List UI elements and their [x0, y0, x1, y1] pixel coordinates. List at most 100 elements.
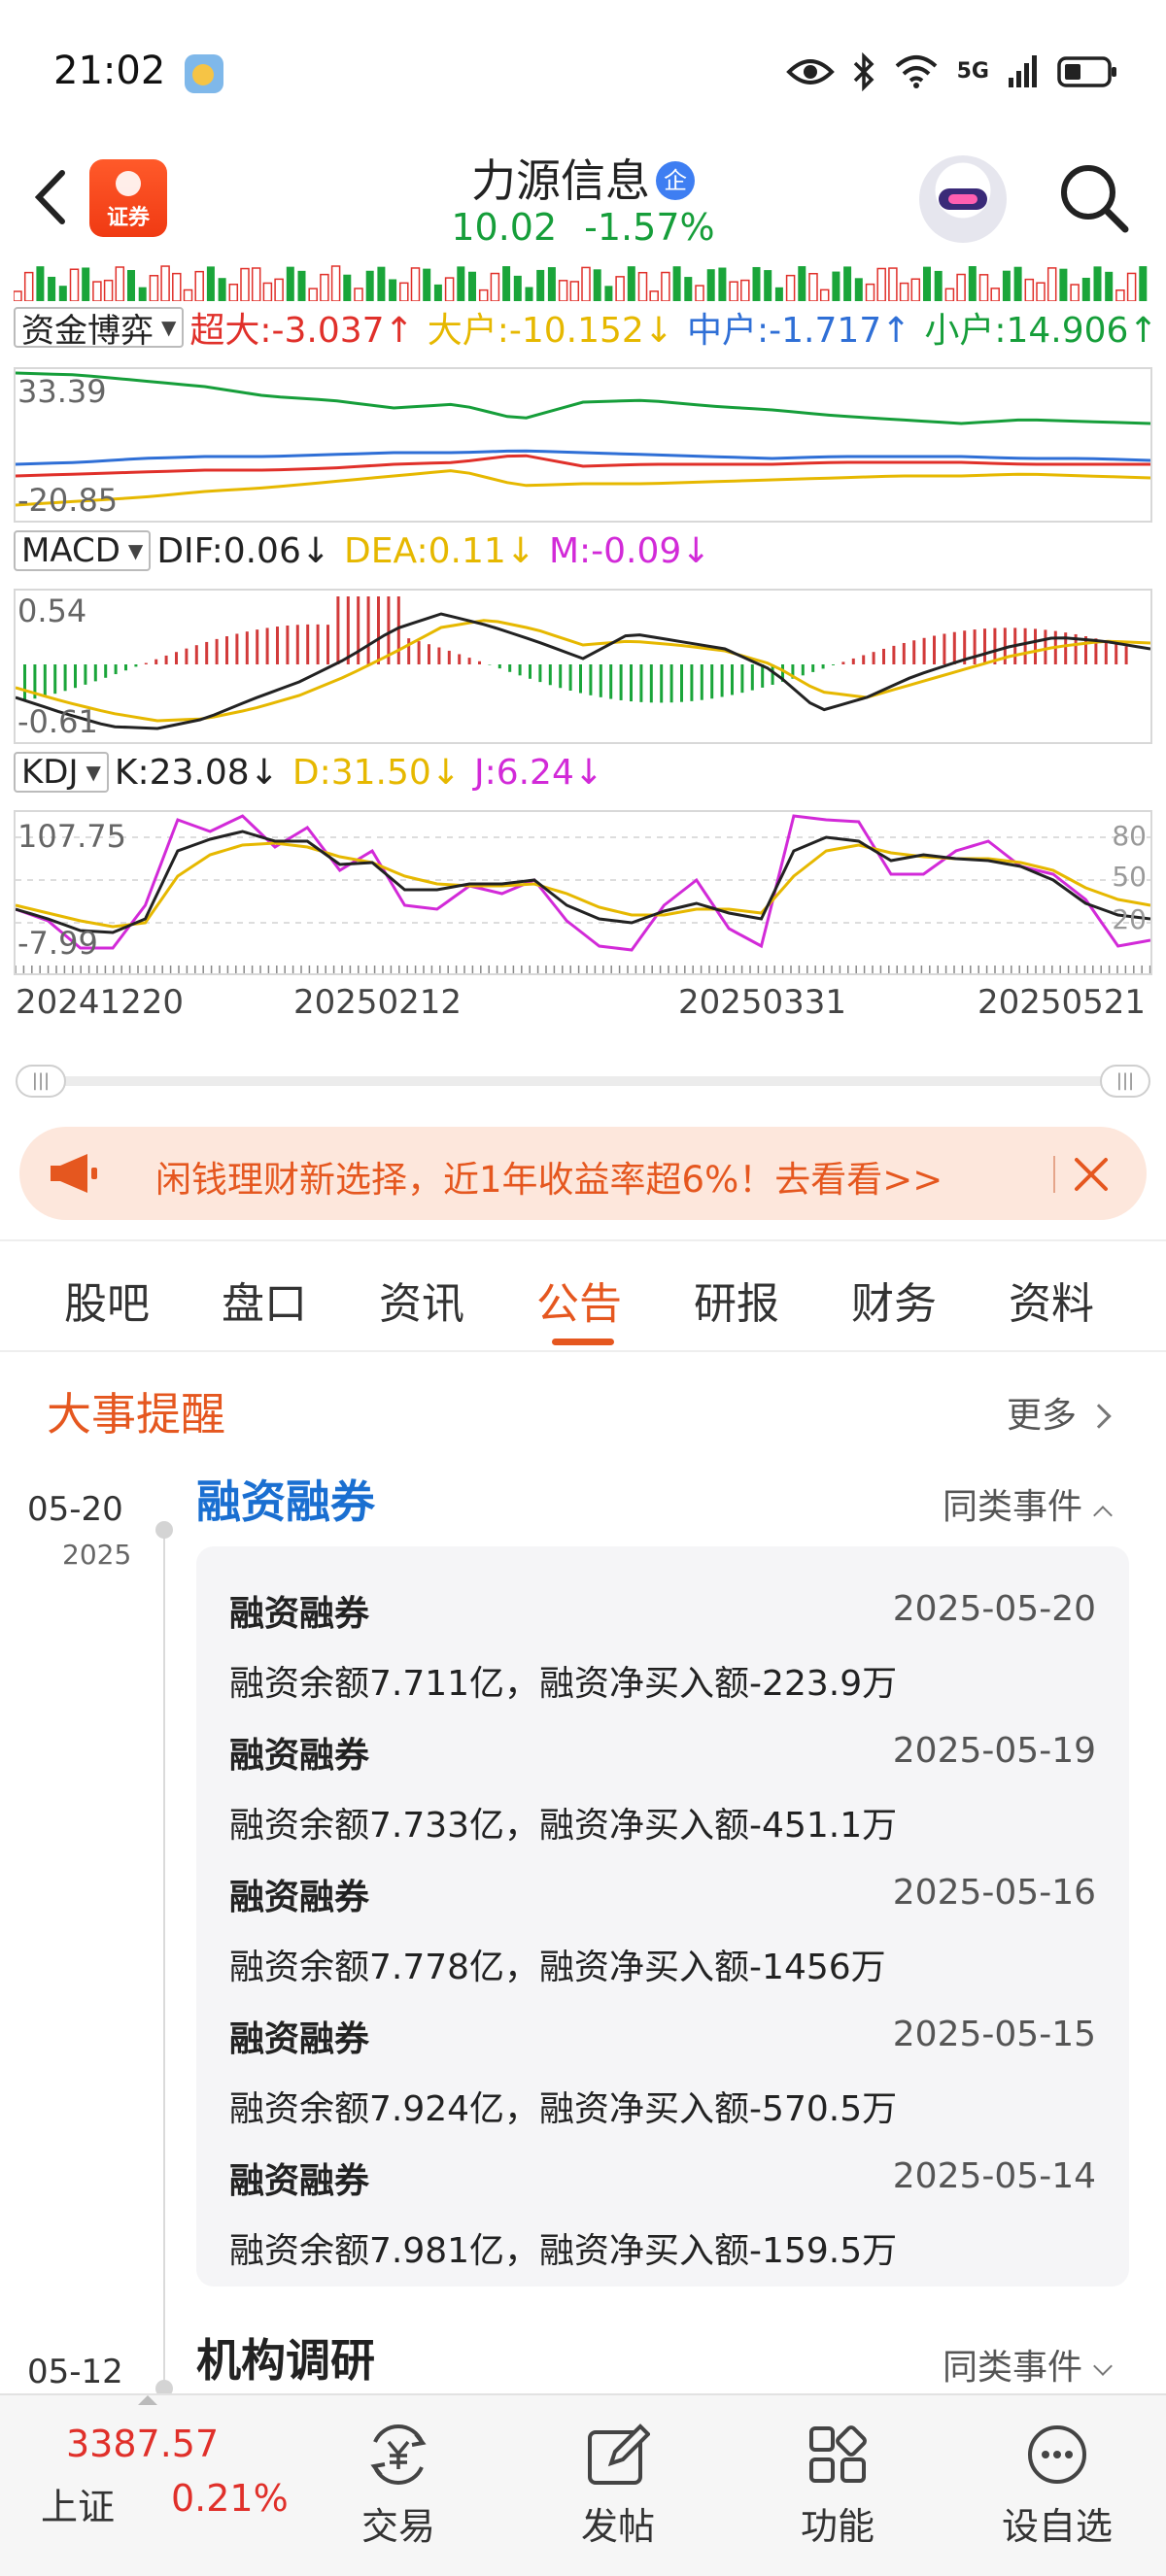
volume-bar	[525, 287, 533, 301]
volume-bar	[593, 269, 601, 301]
scroll-track[interactable]	[54, 1076, 1112, 1086]
chart-area[interactable]: 资金博弈 ▼ 超大:-3.037↑ 大户:-10.152↓ 中户:-1.717↑ …	[0, 262, 1166, 1059]
same-type-toggle[interactable]: 同类事件	[943, 1478, 1113, 1529]
volume-bar	[764, 270, 772, 301]
macd-bar	[366, 596, 370, 664]
same-type-toggle[interactable]: 同类事件	[943, 2339, 1113, 2390]
list-item[interactable]: 融资融券 2025-05-14 融资余额7.981亿，融资净买入额-159.5万	[229, 2152, 1096, 2294]
fund-ymin: -20.85	[17, 482, 119, 519]
nav-label: 发帖	[580, 2505, 655, 2548]
macd-bar	[175, 652, 178, 664]
macd-indicator-select[interactable]: MACD ▼	[14, 530, 152, 571]
fund-indicator-select[interactable]: 资金博弈 ▼	[14, 307, 185, 351]
macd-bar	[225, 636, 228, 664]
list-item[interactable]: 融资融券 2025-05-15 融资余额7.924亿，融资净买入额-570.5万	[229, 2011, 1096, 2152]
volume-bar	[785, 274, 796, 301]
tab-finance[interactable]: 财务	[851, 1269, 937, 1331]
kdj-level-80: 80	[1112, 820, 1147, 852]
volume-bar	[343, 274, 352, 301]
tab-profile[interactable]: 资料	[1009, 1269, 1094, 1331]
more-icon	[1028, 2425, 1086, 2484]
macd-bar	[428, 644, 430, 664]
scroll-handle-right[interactable]: |||	[1100, 1065, 1150, 1098]
macd-bar	[731, 664, 734, 695]
volume-bar	[218, 278, 226, 301]
macd-bar	[559, 664, 563, 689]
assistant-robot-icon[interactable]	[919, 155, 1007, 243]
nav-trade[interactable]: 交易	[321, 2407, 476, 2572]
volume-bar	[23, 271, 34, 301]
volume-bar	[547, 267, 556, 301]
macd-bar	[983, 628, 986, 664]
chart-range-scrollbar[interactable]: ||| |||	[16, 1065, 1150, 1098]
volume-bar	[36, 266, 45, 301]
tab-announcements[interactable]: 公告	[536, 1269, 622, 1331]
macd-bar	[43, 664, 47, 696]
item-date: 2025-05-20	[892, 1589, 1096, 1629]
event-date: 05-12	[27, 2353, 123, 2391]
index-name[interactable]: 上证	[41, 2477, 115, 2530]
tab-guba[interactable]: 股吧	[64, 1269, 150, 1331]
volume-bar	[558, 280, 568, 301]
volume-bar	[1046, 267, 1057, 301]
event-group-title[interactable]: 融资融券	[196, 1467, 375, 1531]
volume-bar	[478, 288, 489, 301]
fund-chart[interactable]: 33.39 -20.85	[14, 367, 1152, 523]
same-type-label: 同类事件	[943, 2348, 1083, 2388]
list-item[interactable]: 融资融券 2025-05-19 融资余额7.733亿，融资净买入额-451.1万	[229, 1727, 1096, 1869]
volume-bar	[354, 288, 363, 301]
nav-add-watchlist[interactable]: 设自选	[979, 2407, 1135, 2572]
macd-bar	[357, 596, 360, 664]
close-icon[interactable]	[1069, 1152, 1114, 1197]
nav-post[interactable]: 发帖	[540, 2407, 696, 2572]
volume-bar	[637, 271, 648, 301]
list-item[interactable]: 融资融券 2025-05-16 融资余额7.778亿，融资净买入额-1456万	[229, 1869, 1096, 2011]
tab-research[interactable]: 研报	[694, 1269, 779, 1331]
chevron-down-icon	[1093, 2356, 1113, 2376]
volume-bar	[286, 266, 294, 301]
event-group-title[interactable]: 机构调研	[196, 2325, 375, 2390]
tab-news[interactable]: 资讯	[379, 1269, 464, 1331]
volume-bar	[69, 268, 80, 301]
chevron-right-icon	[1086, 1404, 1112, 1429]
volume-bar	[876, 267, 886, 301]
macd-bar	[154, 659, 158, 664]
search-icon[interactable]	[1055, 159, 1133, 237]
volume-bar	[115, 266, 125, 301]
scroll-handle-left[interactable]: |||	[16, 1065, 66, 1098]
macd-bar	[23, 664, 26, 701]
same-type-label: 同类事件	[943, 1487, 1083, 1527]
list-item[interactable]: 融资融券 2025-05-20 融资余额7.711亿，融资净买入额-223.9万	[229, 1585, 1096, 1727]
status-icons: 5G	[785, 51, 1117, 93]
volume-bar	[1139, 266, 1148, 301]
nav-functions[interactable]: 功能	[760, 2407, 915, 2572]
volume-bar	[14, 290, 22, 301]
volume-bar	[865, 283, 875, 301]
volume-bar	[706, 269, 715, 301]
signal-icon	[1009, 55, 1037, 87]
battery-icon	[1057, 56, 1116, 87]
wifi-icon	[895, 55, 937, 88]
kdj-indicator-select[interactable]: KDJ ▼	[14, 752, 109, 793]
kdj-ymax: 107.75	[17, 818, 126, 855]
volume-bar	[330, 265, 341, 301]
tab-pankou[interactable]: 盘口	[222, 1269, 307, 1331]
macd-chart[interactable]: 0.54 -0.61	[14, 589, 1152, 744]
more-events-link[interactable]: 更多	[1007, 1387, 1112, 1438]
volume-bar	[695, 285, 704, 301]
volume-bar	[127, 269, 135, 301]
volume-bar	[798, 266, 806, 301]
macd-bar	[973, 629, 977, 664]
macd-bar	[529, 664, 532, 679]
item-title: 融资融券	[229, 1594, 370, 1634]
promo-text[interactable]: 闲钱理财新选择，近1年收益率超6%！去看看>>	[155, 1150, 943, 1203]
macd-bar	[832, 664, 835, 665]
volume-bar	[513, 275, 522, 301]
index-value[interactable]: 3387.57	[66, 2423, 219, 2465]
finance-promo-banner[interactable]: 闲钱理财新选择，近1年收益率超6%！去看看>>	[19, 1127, 1147, 1220]
macd-bar	[922, 637, 926, 664]
kdj-chart[interactable]: 107.75 -7.99 80 50 20	[14, 810, 1152, 975]
index-change[interactable]: 0.21%	[171, 2477, 289, 2520]
fund-ymax: 33.39	[17, 373, 107, 410]
volume-bar	[718, 267, 727, 301]
